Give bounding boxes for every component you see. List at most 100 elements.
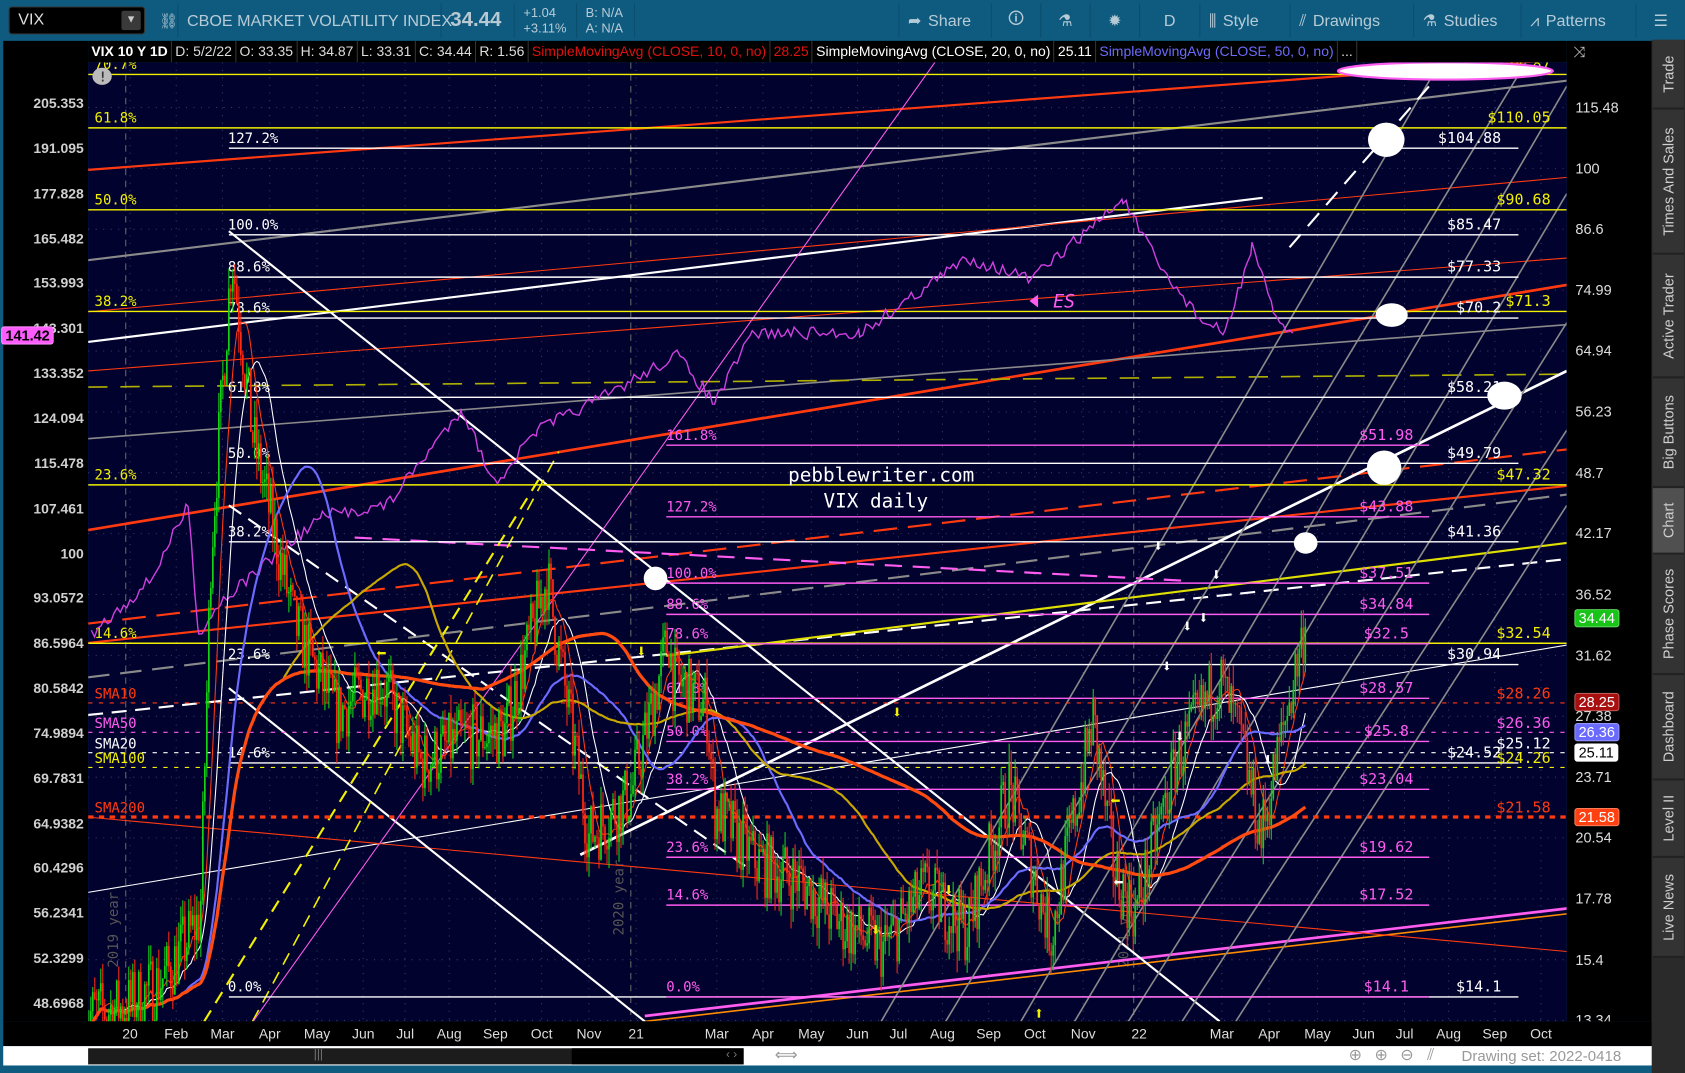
candle-body[interactable] (852, 911, 854, 955)
candle-body[interactable] (1288, 702, 1291, 716)
candle-body[interactable] (1216, 708, 1219, 719)
candle-body[interactable] (161, 978, 164, 989)
candle-body[interactable] (314, 656, 316, 660)
candle-body[interactable] (1160, 806, 1163, 815)
candle-body[interactable] (932, 890, 935, 911)
candle-body[interactable] (746, 818, 748, 861)
candle-body[interactable] (201, 801, 204, 901)
candle-body[interactable] (466, 723, 468, 726)
candle-body[interactable] (392, 670, 394, 692)
candle-body[interactable] (1304, 626, 1307, 664)
candle-body[interactable] (1000, 785, 1003, 828)
candle-body[interactable] (1232, 686, 1235, 704)
candle-body[interactable] (213, 516, 216, 548)
candle-body[interactable] (95, 999, 98, 1001)
candle-body[interactable] (666, 630, 668, 654)
candle-body[interactable] (814, 889, 816, 917)
candle-body[interactable] (928, 866, 931, 903)
horizontal-scrollbar[interactable]: ||| ‹ › (88, 1048, 744, 1065)
candle-body[interactable] (432, 762, 434, 766)
candle-body[interactable] (1052, 945, 1055, 956)
candle-body[interactable] (390, 670, 392, 677)
candle-body[interactable] (674, 647, 676, 712)
candle-body[interactable] (346, 708, 348, 737)
candle-body[interactable] (93, 992, 96, 1000)
side-tab-active-trader[interactable]: Active Trader (1652, 254, 1684, 379)
candle-body[interactable] (237, 303, 240, 333)
candle-body[interactable] (1066, 827, 1069, 837)
candle-body[interactable] (1242, 724, 1245, 731)
candle-body[interactable] (926, 863, 929, 867)
candle-body[interactable] (596, 836, 598, 838)
drawing-set-selector[interactable]: Drawing set: 2022-0418 (1461, 1047, 1621, 1064)
candle-body[interactable] (946, 939, 949, 945)
candle-body[interactable] (492, 725, 494, 737)
candle-body[interactable] (834, 894, 836, 906)
candle-body[interactable] (117, 980, 120, 1019)
candle-body[interactable] (744, 814, 746, 819)
candle-body[interactable] (1046, 892, 1049, 938)
candle-body[interactable] (324, 668, 326, 691)
candle-body[interactable] (1090, 729, 1093, 746)
candle-body[interactable] (131, 972, 134, 1003)
candle-body[interactable] (223, 375, 226, 385)
candle-body[interactable] (410, 736, 412, 751)
candle-body[interactable] (1162, 798, 1165, 807)
candle-body[interactable] (1164, 792, 1167, 799)
candle-body[interactable] (338, 687, 340, 744)
candle-body[interactable] (354, 667, 356, 693)
candle-body[interactable] (696, 673, 698, 675)
candle-body[interactable] (678, 650, 680, 675)
candle-body[interactable] (588, 833, 590, 858)
candle-body[interactable] (1188, 710, 1191, 727)
candle-body[interactable] (754, 831, 756, 869)
candle-body[interactable] (1282, 722, 1285, 726)
candle-body[interactable] (229, 288, 232, 292)
candle-body[interactable] (245, 374, 248, 389)
candle-body[interactable] (288, 591, 290, 594)
candle-body[interactable] (882, 941, 884, 977)
trendline[interactable] (88, 79, 1567, 262)
candle-body[interactable] (608, 837, 610, 850)
candle-body[interactable] (151, 961, 154, 1021)
candle-body[interactable] (306, 624, 308, 676)
candle-body[interactable] (1202, 684, 1205, 708)
candle-body[interactable] (434, 731, 436, 763)
candle-body[interactable] (528, 624, 530, 631)
candle-body[interactable] (1186, 721, 1189, 727)
candle-body[interactable] (860, 906, 862, 936)
candle-body[interactable] (650, 693, 652, 704)
trendline[interactable] (228, 230, 1221, 1022)
candle-body[interactable] (1138, 874, 1141, 899)
candle-body[interactable] (1010, 763, 1013, 786)
candle-body[interactable] (772, 837, 774, 860)
candle-body[interactable] (978, 868, 981, 930)
candle-body[interactable] (1218, 697, 1221, 709)
candle-body[interactable] (740, 822, 742, 870)
candle-body[interactable] (514, 680, 516, 718)
candle-body[interactable] (606, 845, 608, 850)
candle-body[interactable] (924, 863, 926, 873)
candle-body[interactable] (175, 946, 178, 984)
candle-body[interactable] (350, 701, 352, 707)
candle-body[interactable] (984, 879, 987, 890)
candle-body[interactable] (752, 831, 754, 841)
candle-body[interactable] (734, 801, 736, 810)
candle-body[interactable] (950, 926, 953, 933)
candle-body[interactable] (1264, 799, 1267, 822)
candle-body[interactable] (558, 641, 560, 666)
candle-body[interactable] (173, 946, 176, 995)
candle-body[interactable] (938, 870, 941, 922)
candle-body[interactable] (1050, 951, 1053, 956)
candle-body[interactable] (258, 443, 260, 460)
candle-body[interactable] (778, 876, 780, 903)
candle-body[interactable] (680, 674, 682, 687)
candle-body[interactable] (550, 563, 552, 580)
trendline[interactable] (88, 493, 1567, 679)
candle-body[interactable] (724, 793, 726, 842)
candle-body[interactable] (1020, 813, 1023, 850)
candle-body[interactable] (660, 651, 662, 677)
candle-body[interactable] (896, 918, 898, 962)
candle-body[interactable] (1142, 897, 1145, 905)
candle-body[interactable] (576, 735, 578, 737)
